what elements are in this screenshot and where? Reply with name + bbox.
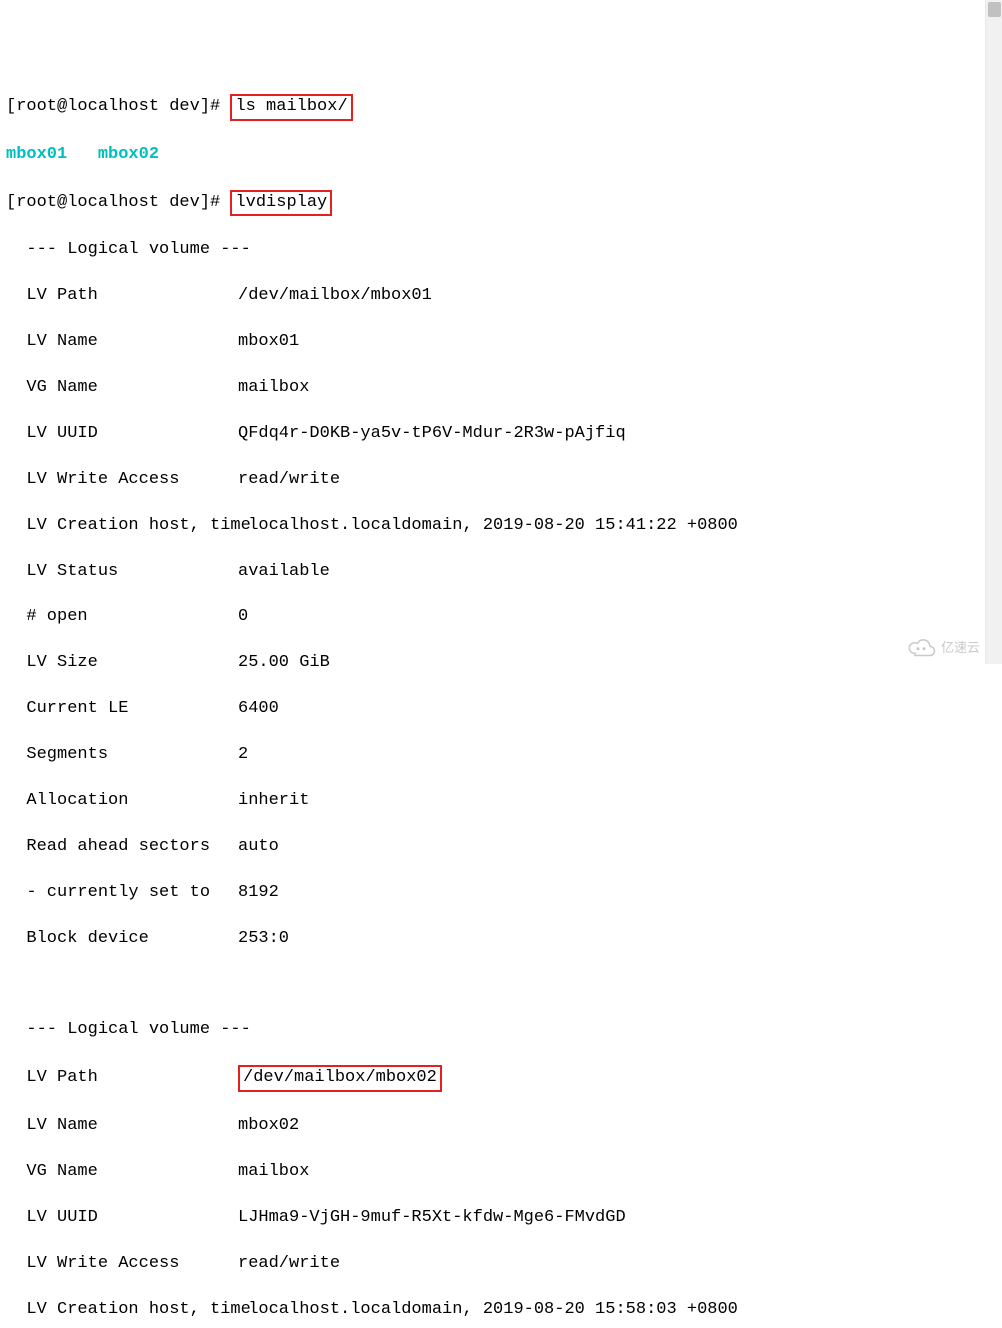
vertical-scrollbar[interactable] xyxy=(985,0,1002,664)
highlighted-path: /dev/mailbox/mbox02 xyxy=(238,1065,442,1092)
lv-header: --- Logical volume --- xyxy=(6,239,996,262)
command-lvdisplay: lvdisplay xyxy=(230,190,332,217)
prompt-line-1: [root@localhost dev]# ls mailbox/ xyxy=(6,94,996,121)
lv-creation: LV Creation host, time localhost.localdo… xyxy=(6,515,996,538)
lv-block-device: Block device253:0 xyxy=(6,928,996,951)
cloud-icon xyxy=(906,638,936,658)
watermark-logo: 亿速云 xyxy=(906,638,980,658)
prompt-line-2: [root@localhost dev]# lvdisplay xyxy=(6,190,996,217)
shell-prompt: [root@localhost dev]# xyxy=(6,97,230,116)
lv-open: # open0 xyxy=(6,606,996,629)
lv-path: LV Path/dev/mailbox/mbox02 xyxy=(6,1065,996,1092)
command-ls: ls mailbox/ xyxy=(230,94,352,121)
dir-entry: mbox01 xyxy=(6,145,67,164)
lv-creation: LV Creation host, time localhost.localdo… xyxy=(6,1299,996,1322)
lv-write-access: LV Write Accessread/write xyxy=(6,1253,996,1276)
shell-prompt: [root@localhost dev]# xyxy=(6,193,230,212)
lv-path: LV Path/dev/mailbox/mbox01 xyxy=(6,285,996,308)
lv-segments: Segments2 xyxy=(6,744,996,767)
lv-uuid: LV UUIDQFdq4r-D0KB-ya5v-tP6V-Mdur-2R3w-p… xyxy=(6,423,996,446)
lv-uuid: LV UUIDLJHma9-VjGH-9muf-R5Xt-kfdw-Mge6-F… xyxy=(6,1207,996,1230)
lv-status: LV Statusavailable xyxy=(6,561,996,584)
lv-allocation: Allocationinherit xyxy=(6,790,996,813)
blank-line xyxy=(6,973,996,996)
lv-header: --- Logical volume --- xyxy=(6,1019,996,1042)
vg-name: VG Namemailbox xyxy=(6,1161,996,1184)
watermark-text: 亿速云 xyxy=(941,639,980,657)
scrollbar-thumb[interactable] xyxy=(988,2,1001,17)
ls-output: mbox01 mbox02 xyxy=(6,144,996,167)
lv-currently-set: - currently set to8192 xyxy=(6,882,996,905)
lv-name: LV Namembox01 xyxy=(6,331,996,354)
lv-name: LV Namembox02 xyxy=(6,1115,996,1138)
lv-read-ahead: Read ahead sectorsauto xyxy=(6,836,996,859)
dir-entry: mbox02 xyxy=(98,145,159,164)
lv-write-access: LV Write Accessread/write xyxy=(6,469,996,492)
lv-current-le: Current LE6400 xyxy=(6,698,996,721)
vg-name: VG Namemailbox xyxy=(6,377,996,400)
